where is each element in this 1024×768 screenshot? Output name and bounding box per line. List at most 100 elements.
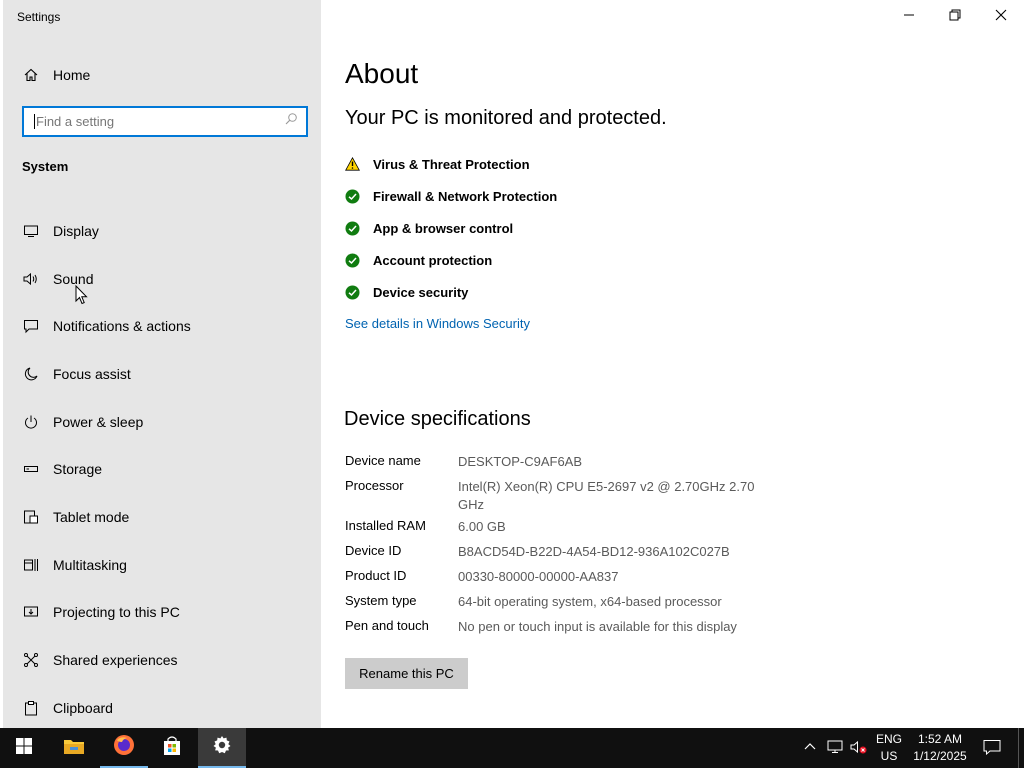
check-circle-icon (345, 221, 360, 236)
start-button[interactable] (0, 728, 48, 768)
language-button[interactable]: ENG US (872, 728, 906, 768)
multitasking-icon (22, 556, 40, 574)
sidebar-item-label: Power & sleep (53, 413, 144, 430)
sidebar-item-notifications[interactable]: Notifications & actions (22, 302, 312, 350)
action-center-button[interactable] (976, 728, 1008, 768)
restore-button[interactable] (932, 0, 978, 32)
protection-item-firewall: Firewall & Network Protection (345, 180, 557, 212)
window-title: Settings (17, 10, 61, 24)
sidebar-item-label: Clipboard (53, 699, 113, 716)
volume-button[interactable] (848, 728, 870, 768)
show-desktop-button[interactable] (1018, 728, 1024, 768)
tablet-icon (22, 508, 40, 526)
protection-label: Firewall & Network Protection (373, 188, 558, 204)
taskbar-settings[interactable] (198, 728, 246, 768)
close-icon (995, 8, 1007, 24)
protection-label: App & browser control (373, 220, 514, 236)
store-icon (162, 735, 182, 761)
protection-item-account: Account protection (345, 244, 557, 276)
firefox-icon (113, 734, 135, 761)
sidebar-item-tablet-mode[interactable]: Tablet mode (22, 493, 312, 541)
gear-icon (212, 735, 232, 760)
moon-icon (22, 365, 40, 383)
network-button[interactable] (824, 728, 846, 768)
device-specifications-heading: Device specifications (344, 408, 531, 430)
windows-logo-icon (16, 737, 32, 759)
spec-value: 6.00 GB (458, 519, 506, 534)
clock-time: 1:52 AM (917, 732, 962, 746)
sound-icon (22, 270, 40, 288)
search-input[interactable] (36, 114, 284, 129)
spec-key: Product ID (345, 568, 407, 583)
language-top: ENG (875, 732, 902, 746)
check-circle-icon (345, 189, 360, 204)
sidebar-item-label: Multitasking (53, 556, 127, 573)
spec-value: No pen or touch input is available for t… (458, 619, 737, 634)
spec-key: Pen and touch (345, 618, 429, 633)
sidebar-item-shared-experiences[interactable]: Shared experiences (22, 636, 312, 684)
spec-key: Processor (345, 478, 404, 493)
spec-key: Device ID (345, 543, 402, 558)
sidebar-item-sound[interactable]: Sound (22, 255, 312, 303)
spec-row-processor: Processor Intel(R) Xeon(R) CPU E5-2697 v… (345, 474, 768, 514)
taskbar-firefox[interactable] (100, 728, 148, 768)
minimize-icon (903, 8, 915, 24)
sidebar-item-label: Home (53, 67, 91, 83)
taskbar-file-explorer[interactable] (50, 728, 98, 768)
clock-button[interactable]: 1:52 AM 1/12/2025 (908, 728, 972, 768)
sidebar-item-multitasking[interactable]: Multitasking (22, 541, 312, 589)
home-icon (22, 66, 40, 84)
sidebar-item-projecting[interactable]: Projecting to this PC (22, 589, 312, 637)
taskbar: ENG US 1:52 AM 1/12/2025 (0, 728, 1024, 768)
folder-icon (63, 737, 85, 760)
sidebar-item-label: Notifications & actions (53, 318, 191, 335)
sidebar: Settings Home System Display (3, 0, 321, 728)
sidebar-item-label: Focus assist (53, 365, 131, 382)
search-icon[interactable] (284, 112, 298, 131)
show-hidden-icons-button[interactable] (800, 728, 820, 768)
spec-value: B8ACD54D-B22D-4A54-BD12-936A102C027B (458, 544, 730, 559)
mouse-pointer-icon (75, 284, 89, 310)
protection-item-virus-threat: Virus & Threat Protection (345, 148, 557, 180)
display-icon (22, 222, 40, 240)
close-button[interactable] (978, 0, 1024, 32)
protection-item-device-security: Device security (345, 276, 557, 308)
storage-icon (22, 460, 40, 478)
taskbar-microsoft-store[interactable] (148, 728, 196, 768)
sidebar-item-label: Tablet mode (53, 508, 130, 525)
clock-date: 1/12/2025 (913, 749, 967, 763)
rename-pc-button[interactable]: Rename this PC (345, 658, 468, 689)
spec-key: Device name (345, 453, 421, 468)
sidebar-item-display[interactable]: Display (22, 207, 312, 255)
spec-row-device-id: Device ID B8ACD54D-B22D-4A54-BD12-936A10… (345, 539, 768, 564)
sidebar-item-label: Storage (53, 461, 103, 478)
spec-row-product-id: Product ID 00330-80000-00000-AA837 (345, 564, 768, 589)
protection-label: Account protection (373, 252, 493, 268)
chevron-up-icon (804, 741, 816, 755)
shared-icon (22, 651, 40, 669)
windows-security-link[interactable]: See details in Windows Security (345, 316, 530, 331)
protection-list: Virus & Threat Protection Firewall & Net… (345, 148, 557, 308)
sidebar-item-power-sleep[interactable]: Power & sleep (22, 398, 312, 446)
power-icon (22, 413, 40, 431)
projecting-icon (22, 603, 40, 621)
spec-row-installed-ram: Installed RAM 6.00 GB (345, 514, 768, 539)
sidebar-item-storage[interactable]: Storage (22, 445, 312, 493)
sidebar-item-home[interactable]: Home (22, 64, 90, 86)
spec-value: DESKTOP-C9AF6AB (458, 454, 583, 469)
spec-value: 00330-80000-00000-AA837 (458, 569, 619, 584)
check-circle-icon (345, 285, 360, 300)
notifications-icon (22, 317, 40, 335)
search-field[interactable] (22, 106, 308, 137)
sidebar-item-clipboard[interactable]: Clipboard (22, 684, 312, 732)
spec-value: Intel(R) Xeon(R) CPU E5-2697 v2 @ 2.70GH… (458, 479, 755, 512)
protection-label: Device security (373, 284, 469, 300)
spec-row-system-type: System type 64-bit operating system, x64… (345, 589, 768, 614)
minimize-button[interactable] (886, 0, 932, 32)
sidebar-item-label: Shared experiences (53, 652, 178, 669)
protection-heading: Your PC is monitored and protected. (345, 107, 667, 129)
volume-muted-icon (850, 740, 868, 757)
check-circle-icon (345, 253, 360, 268)
sidebar-nav: Display Sound Notifications & actions Fo… (22, 207, 312, 732)
sidebar-item-focus-assist[interactable]: Focus assist (22, 350, 312, 398)
